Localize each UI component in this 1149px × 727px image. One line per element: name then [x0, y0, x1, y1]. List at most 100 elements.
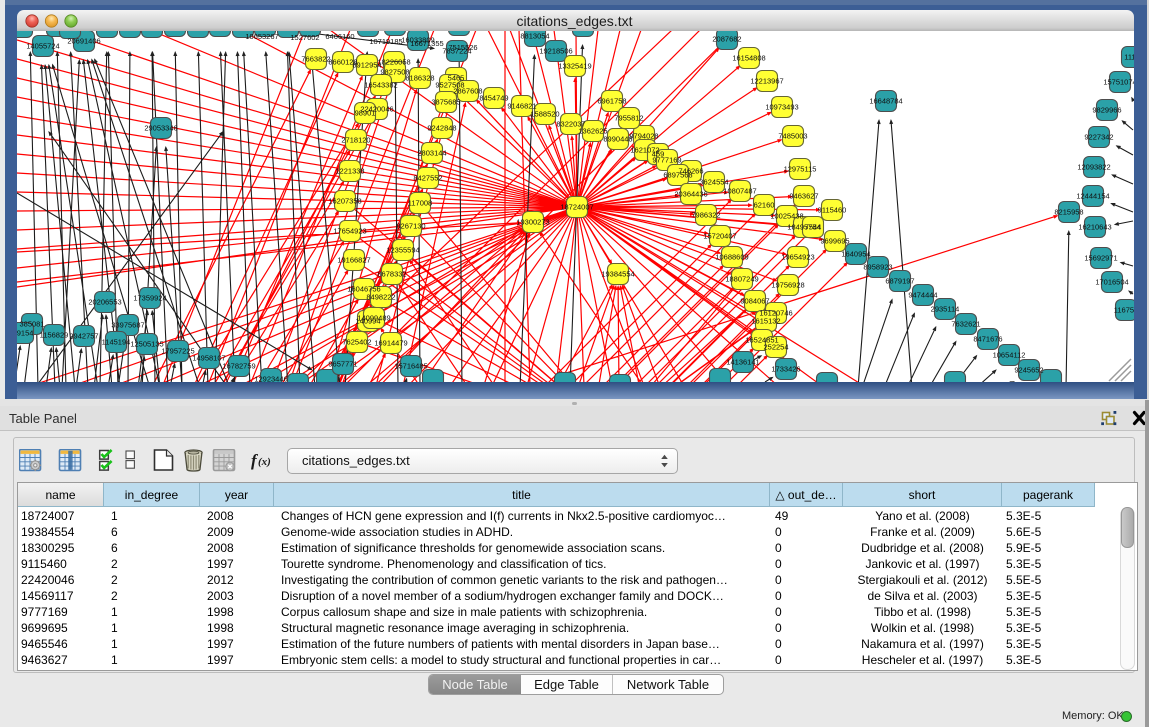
svg-text:6961758: 6961758	[597, 97, 626, 106]
svg-text:20691406: 20691406	[67, 37, 100, 46]
svg-text:14136141: 14136141	[726, 358, 759, 367]
svg-text:9463627: 9463627	[789, 192, 818, 201]
svg-text:12505135: 12505135	[130, 340, 163, 349]
svg-text:14055724: 14055724	[26, 42, 59, 51]
svg-text:1112: 1112	[1124, 53, 1134, 62]
svg-text:8813054: 8813054	[520, 32, 549, 41]
svg-text:10807487: 10807487	[723, 187, 756, 196]
svg-text:19300273: 19300273	[516, 218, 549, 227]
svg-text:9227342: 9227342	[1084, 133, 1113, 142]
svg-text:7544: 7544	[805, 223, 822, 232]
svg-text:2087682: 2087682	[712, 35, 741, 44]
svg-text:19756928: 19756928	[771, 281, 804, 290]
svg-text:2867608: 2867608	[453, 87, 482, 96]
svg-text:62160: 62160	[754, 201, 775, 210]
svg-text:17359924: 17359924	[133, 294, 166, 303]
svg-text:1640954: 1640954	[841, 250, 870, 259]
svg-text:3875685: 3875685	[431, 98, 460, 107]
svg-text:1221338: 1221338	[335, 167, 364, 176]
svg-text:15692971: 15692971	[1084, 254, 1117, 263]
svg-text:9245652: 9245652	[1014, 366, 1043, 375]
svg-text:1615132: 1615132	[751, 317, 780, 326]
svg-text:18807249: 18807249	[725, 275, 758, 284]
svg-text:33975687: 33975687	[111, 321, 144, 330]
svg-text:8471676: 8471676	[973, 335, 1002, 344]
svg-text:1588520: 1588520	[530, 110, 559, 119]
svg-text:8990448: 8990448	[603, 135, 632, 144]
svg-text:9829966: 9829966	[1092, 106, 1121, 115]
svg-text:19384554: 19384554	[601, 270, 634, 279]
svg-text:10719185: 10719185	[369, 37, 402, 46]
svg-text:39154: 39154	[17, 329, 33, 338]
svg-text:6897568: 6897568	[663, 171, 692, 180]
svg-text:8454749: 8454749	[479, 94, 508, 103]
svg-text:14099489: 14099489	[357, 314, 390, 323]
svg-text:17654923: 17654923	[333, 227, 366, 236]
svg-text:19166827: 19166827	[337, 256, 370, 265]
svg-text:15751074: 15751074	[1103, 78, 1134, 87]
svg-text:16671355: 16671355	[410, 39, 443, 48]
svg-text:9794028: 9794028	[629, 132, 658, 141]
svg-text:7485003: 7485003	[778, 132, 807, 141]
svg-text:7986322: 7986322	[691, 211, 720, 220]
svg-text:1156829: 1156829	[40, 331, 69, 340]
svg-text:18724007: 18724007	[560, 203, 593, 212]
svg-text:8958923: 8958923	[863, 263, 892, 272]
svg-text:2935114: 2935114	[931, 305, 960, 314]
svg-text:7625402: 7625402	[342, 338, 371, 347]
svg-text:117008: 117008	[408, 199, 432, 208]
svg-text:9242848: 9242848	[427, 124, 456, 133]
svg-text:1145194: 1145194	[102, 338, 131, 347]
svg-text:17957225: 17957225	[161, 347, 194, 356]
svg-text:9084067: 9084067	[740, 297, 769, 306]
svg-text:16648784: 16648784	[869, 97, 902, 106]
svg-text:10688609: 10688609	[715, 253, 748, 262]
svg-text:20206553: 20206553	[88, 298, 121, 307]
svg-text:17016504: 17016504	[1095, 278, 1128, 287]
svg-text:9699695: 9699695	[820, 237, 849, 246]
svg-text:6879197: 6879197	[885, 277, 914, 286]
svg-text:18226058: 18226058	[377, 58, 410, 67]
svg-text:9657771: 9657771	[328, 360, 357, 369]
svg-text:15720407: 15720407	[703, 232, 736, 241]
svg-text:9777169: 9777169	[652, 156, 681, 165]
svg-text:8427552: 8427552	[413, 174, 442, 183]
svg-text:10653267: 10653267	[245, 32, 278, 41]
svg-text:7632621: 7632621	[951, 320, 980, 329]
svg-text:385081: 385081	[19, 320, 44, 329]
svg-text:19218506: 19218506	[539, 47, 572, 56]
svg-text:16782759: 16782759	[222, 362, 255, 371]
svg-text:7955812: 7955812	[614, 114, 643, 123]
svg-text:8678332: 8678332	[377, 270, 406, 279]
svg-text:16210643: 16210643	[1078, 223, 1111, 232]
svg-text:2942757: 2942757	[69, 332, 98, 341]
svg-text:12355594: 12355594	[386, 246, 419, 255]
svg-text:10025438: 10025438	[770, 212, 803, 221]
svg-text:20364436: 20364436	[674, 190, 707, 199]
svg-text:252254: 252254	[763, 343, 788, 352]
svg-text:16914479: 16914479	[374, 339, 407, 348]
svg-text:12923446: 12923446	[254, 375, 287, 383]
svg-text:7663822: 7663822	[301, 55, 330, 64]
svg-text:6466160: 6466160	[325, 32, 354, 41]
svg-text:8215958: 8215958	[1054, 208, 1083, 217]
svg-text:19654923: 19654923	[781, 253, 814, 262]
svg-text:16207358: 16207358	[328, 197, 361, 206]
svg-text:2803144: 2803144	[417, 149, 446, 158]
svg-text:12975115: 12975115	[784, 165, 817, 174]
svg-text:8498222: 8498222	[366, 293, 395, 302]
svg-text:9474444: 9474444	[908, 291, 937, 300]
svg-text:8186328: 8186328	[405, 74, 434, 83]
svg-text:8267130: 8267130	[396, 222, 425, 231]
svg-text:12093822: 12093822	[1077, 163, 1110, 172]
svg-text:15716485: 15716485	[394, 362, 427, 371]
svg-text:29053346: 29053346	[144, 124, 177, 133]
svg-text:98901: 98901	[355, 109, 376, 118]
svg-text:14958107: 14958107	[192, 354, 225, 363]
svg-text:13325419: 13325419	[558, 62, 591, 71]
svg-text:10654112: 10654112	[993, 351, 1026, 360]
svg-text:(x): (x)	[258, 456, 271, 468]
svg-text:12213967: 12213967	[750, 77, 783, 86]
svg-text:1733426: 1733426	[771, 365, 800, 374]
svg-text:7515526: 7515526	[448, 43, 477, 52]
